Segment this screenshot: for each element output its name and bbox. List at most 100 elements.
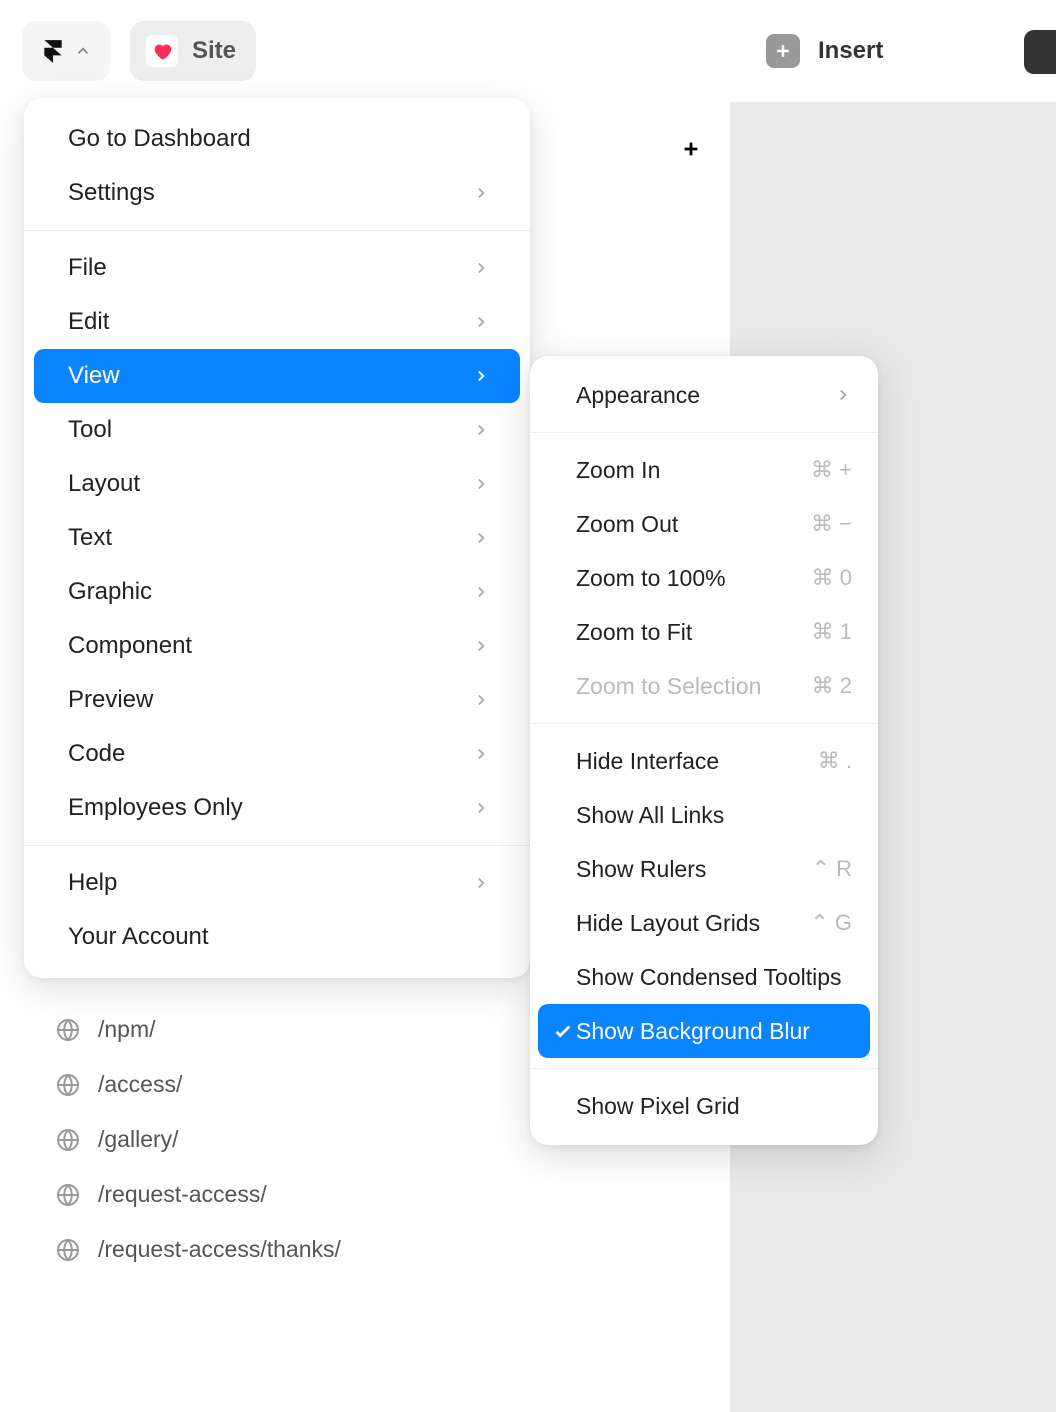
- submenu-item-label: Show Pixel Grid: [576, 1093, 740, 1120]
- submenu-item-zoom-to-fit[interactable]: Zoom to Fit⌘ 1: [530, 605, 878, 659]
- submenu-item-hide-interface[interactable]: Hide Interface ⌘ .: [530, 734, 878, 788]
- submenu-item-label: Zoom Out: [576, 511, 678, 538]
- submenu-item-label: Zoom to 100%: [576, 565, 726, 592]
- plus-icon: [680, 138, 702, 160]
- page-path: /gallery/: [98, 1126, 179, 1153]
- submenu-item-show-condensed-tooltips[interactable]: Show Condensed Tooltips: [530, 950, 878, 1004]
- shortcut-label: ⌃ R: [812, 856, 852, 882]
- submenu-item-zoom-out[interactable]: Zoom Out ⌘ −: [530, 497, 878, 551]
- page-path: /npm/: [98, 1016, 156, 1043]
- page-path: /access/: [98, 1071, 182, 1098]
- menu-item-text[interactable]: Text: [24, 511, 530, 565]
- page-row[interactable]: /npm/: [56, 1016, 341, 1043]
- globe-icon: [56, 1018, 80, 1042]
- page-path: /request-access/thanks/: [98, 1236, 341, 1263]
- menu-item-label: Your Account: [68, 923, 209, 951]
- submenu-item-show-pixel-grid[interactable]: Show Pixel Grid: [530, 1079, 878, 1133]
- menu-item-graphic[interactable]: Graphic: [24, 565, 530, 619]
- plus-icon: [773, 41, 793, 61]
- chevron-right-icon: [472, 313, 490, 331]
- chevron-up-icon: [74, 42, 92, 60]
- page-path: /request-access/: [98, 1181, 267, 1208]
- menu-item-go-to-dashboard[interactable]: Go to Dashboard: [24, 112, 530, 166]
- check-icon: [552, 1020, 574, 1042]
- globe-icon: [56, 1128, 80, 1152]
- topbar: Site: [0, 0, 1056, 102]
- submenu-item-label: Show Condensed Tooltips: [576, 964, 842, 991]
- menu-item-label: File: [68, 254, 107, 282]
- menu-item-label: View: [68, 362, 120, 390]
- menu-item-edit[interactable]: Edit: [24, 295, 530, 349]
- menu-item-your-account[interactable]: Your Account: [24, 910, 530, 964]
- menu-item-file[interactable]: File: [24, 241, 530, 295]
- chevron-right-icon: [472, 529, 490, 547]
- menu-item-label: Help: [68, 869, 117, 897]
- shortcut-label: ⌘ +: [811, 457, 852, 483]
- menu-item-preview[interactable]: Preview: [24, 673, 530, 727]
- menu-item-employees-only[interactable]: Employees Only: [24, 781, 530, 835]
- menu-item-view[interactable]: View: [34, 349, 520, 403]
- menu-item-label: Text: [68, 524, 112, 552]
- submenu-item-show-background-blur[interactable]: Show Background Blur: [538, 1004, 870, 1058]
- submenu-item-label: Appearance: [576, 382, 700, 409]
- shortcut-label: ⌃ G: [810, 910, 852, 936]
- menu-item-settings[interactable]: Settings: [24, 166, 530, 220]
- insert-button[interactable]: Insert: [766, 21, 883, 81]
- menu-item-label: Graphic: [68, 578, 152, 606]
- submenu-item-label: Show Background Blur: [576, 1018, 810, 1045]
- shortcut-label: ⌘ 0: [812, 565, 852, 591]
- page-row[interactable]: /gallery/: [56, 1126, 341, 1153]
- submenu-item-label: Show Rulers: [576, 856, 706, 883]
- menu-item-tool[interactable]: Tool: [24, 403, 530, 457]
- globe-icon: [56, 1238, 80, 1262]
- heart-badge: [146, 35, 178, 67]
- insert-label: Insert: [818, 37, 883, 65]
- pages-list: /npm/ /access/ /gallery/ /request-access…: [56, 1016, 341, 1263]
- submenu-item-hide-layout-grids[interactable]: Hide Layout Grids⌃ G: [530, 896, 878, 950]
- site-label: Site: [192, 37, 236, 65]
- view-submenu: Appearance Zoom In⌘ + Zoom Out ⌘ − Zoom to 1…: [530, 356, 878, 1145]
- menu-item-layout[interactable]: Layout: [24, 457, 530, 511]
- chevron-right-icon: [472, 367, 490, 385]
- shortcut-label: ⌘ .: [818, 748, 852, 774]
- submenu-item-zoom-to-100-[interactable]: Zoom to 100% ⌘ 0: [530, 551, 878, 605]
- menu-item-help[interactable]: Help: [24, 856, 530, 910]
- shortcut-label: ⌘ −: [811, 511, 852, 537]
- menu-item-code[interactable]: Code: [24, 727, 530, 781]
- chevron-right-icon: [472, 421, 490, 439]
- menu-item-label: Layout: [68, 470, 140, 498]
- chevron-right-icon: [472, 184, 490, 202]
- chevron-right-icon: [472, 799, 490, 817]
- app-menu-button[interactable]: [22, 21, 110, 81]
- globe-icon: [56, 1073, 80, 1097]
- chevron-right-icon: [472, 583, 490, 601]
- menu-item-label: Employees Only: [68, 794, 243, 822]
- menu-item-label: Preview: [68, 686, 153, 714]
- chevron-right-icon: [472, 745, 490, 763]
- submenu-item-appearance[interactable]: Appearance: [530, 368, 878, 422]
- page-row[interactable]: /request-access/thanks/: [56, 1236, 341, 1263]
- menu-item-label: Code: [68, 740, 125, 768]
- page-row[interactable]: /access/: [56, 1071, 341, 1098]
- submenu-item-show-all-links[interactable]: Show All Links: [530, 788, 878, 842]
- app-main-menu: Go to DashboardSettings File Edit View Tool L…: [24, 98, 530, 978]
- menu-item-label: Edit: [68, 308, 109, 336]
- page-row[interactable]: /request-access/: [56, 1181, 341, 1208]
- heart-icon: [151, 40, 173, 62]
- plus-badge: [766, 34, 800, 68]
- submenu-item-zoom-in[interactable]: Zoom In⌘ +: [530, 443, 878, 497]
- site-button[interactable]: Site: [130, 21, 256, 81]
- chevron-right-icon: [834, 386, 852, 404]
- menu-item-label: Tool: [68, 416, 112, 444]
- submenu-item-label: Zoom to Fit: [576, 619, 692, 646]
- submenu-item-label: Show All Links: [576, 802, 724, 829]
- toolbar-right-overflow[interactable]: [1024, 30, 1056, 74]
- submenu-item-show-rulers[interactable]: Show Rulers ⌃ R: [530, 842, 878, 896]
- chevron-right-icon: [472, 874, 490, 892]
- chevron-right-icon: [472, 475, 490, 493]
- chevron-right-icon: [472, 259, 490, 277]
- add-page-button[interactable]: [680, 138, 702, 160]
- submenu-item-zoom-to-selection: Zoom to Selection⌘ 2: [530, 659, 878, 713]
- menu-item-component[interactable]: Component: [24, 619, 530, 673]
- submenu-item-label: Hide Interface: [576, 748, 719, 775]
